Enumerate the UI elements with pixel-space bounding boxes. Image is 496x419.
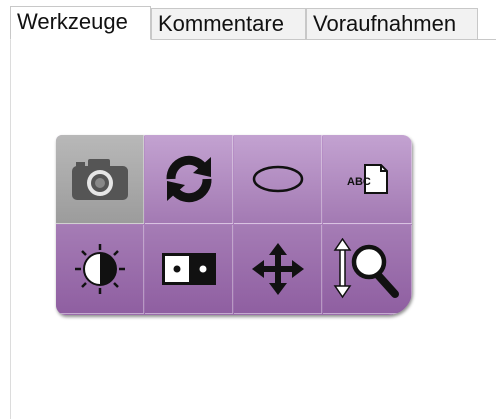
invert-icon <box>161 253 216 285</box>
text-annotation-label: ABC <box>347 176 371 188</box>
ellipse-tool-button[interactable] <box>234 135 322 224</box>
text-annotation-tool-button[interactable]: ABC <box>323 135 412 224</box>
pan-tool-button[interactable] <box>234 225 322 314</box>
tools-window: Werkzeuge Kommentare Voraufnahmen ABC <box>0 0 496 419</box>
rotate-tool-button[interactable] <box>145 135 233 224</box>
tool-grid: ABC <box>56 135 412 315</box>
tab-bar: Werkzeuge Kommentare Voraufnahmen <box>0 0 496 40</box>
contrast-icon <box>74 244 125 294</box>
ellipse-icon <box>252 165 303 193</box>
camera-icon <box>71 159 128 200</box>
contrast-tool-button[interactable] <box>56 225 144 314</box>
tab-werkzeuge[interactable]: Werkzeuge <box>10 6 151 40</box>
tab-kommentare[interactable]: Kommentare <box>151 8 306 40</box>
invert-tool-button[interactable] <box>145 225 233 314</box>
tab-voraufnahmen[interactable]: Voraufnahmen <box>306 8 478 40</box>
pan-icon <box>251 243 304 295</box>
content-border <box>10 40 11 419</box>
text-annotation-icon: ABC <box>347 164 388 194</box>
rotate-icon <box>166 155 211 203</box>
zoom-icon <box>333 238 399 299</box>
camera-tool-button[interactable] <box>56 135 144 224</box>
tool-panel: ABC <box>56 135 412 315</box>
zoom-tool-button[interactable] <box>323 225 412 314</box>
tab-bar-divider <box>478 39 496 40</box>
